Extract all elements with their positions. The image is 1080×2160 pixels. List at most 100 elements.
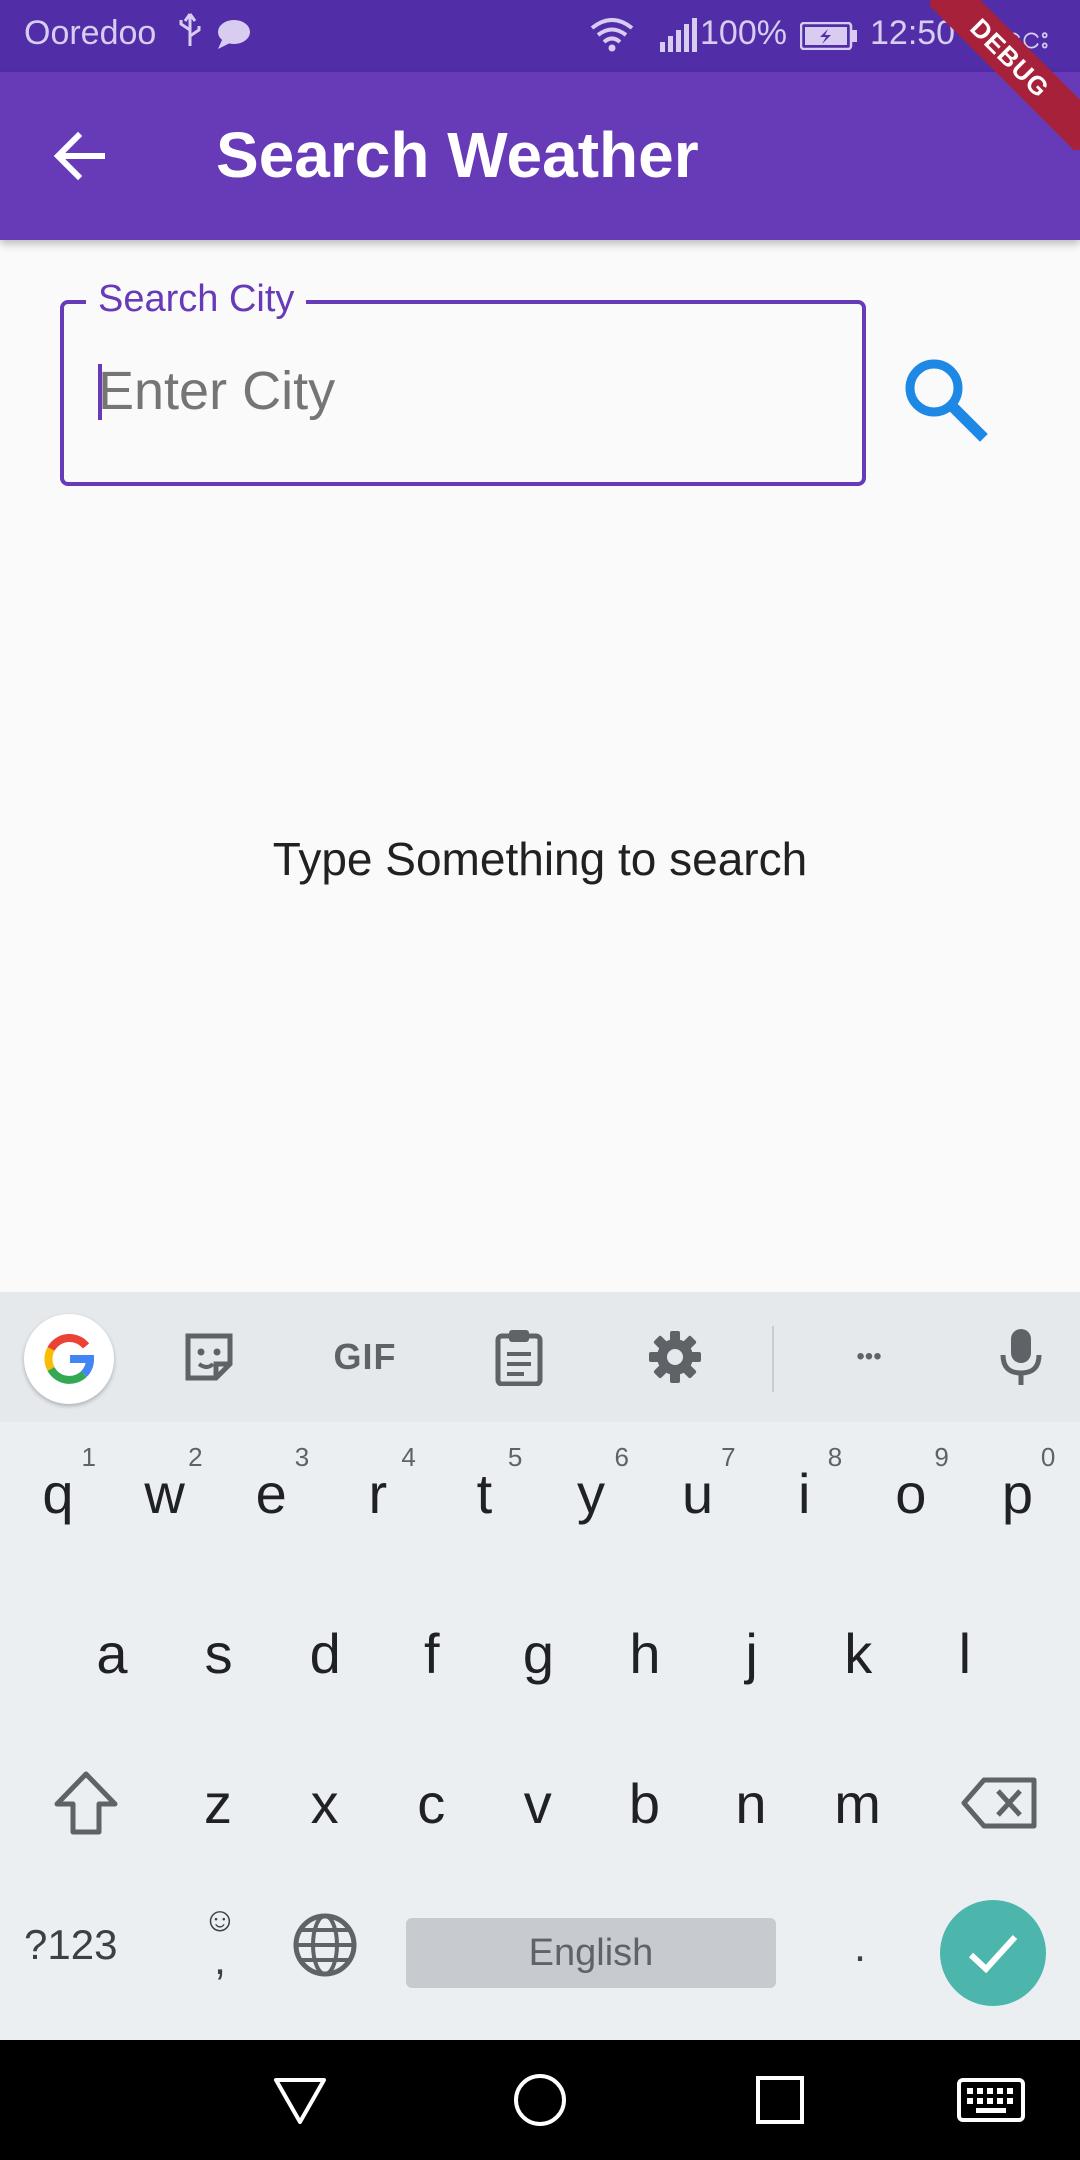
gif-label: GIF — [333, 1336, 397, 1377]
clipboard-button[interactable] — [486, 1324, 552, 1390]
circle-home-icon — [514, 2074, 566, 2126]
key-b[interactable]: b — [594, 1738, 694, 1868]
signal-icon — [658, 18, 698, 61]
emoji-icon: ☺ — [202, 1901, 238, 1939]
square-recents-icon — [756, 2076, 804, 2124]
microphone-icon — [1000, 1329, 1042, 1385]
key-number-hint: 7 — [721, 1442, 736, 1472]
key-o[interactable]: o9 — [861, 1428, 961, 1558]
globe-icon — [293, 1913, 357, 1977]
backspace-key[interactable] — [944, 1738, 1054, 1868]
space-key[interactable]: English — [406, 1918, 776, 1988]
key-h[interactable]: h — [595, 1588, 695, 1718]
key-c[interactable]: c — [381, 1738, 481, 1868]
key-number-hint: 0 — [1040, 1442, 1056, 1472]
key-l[interactable]: l — [915, 1588, 1015, 1718]
search-button[interactable] — [896, 350, 992, 446]
key-label: p — [1001, 1461, 1033, 1525]
sticker-icon — [185, 1333, 233, 1381]
nav-home-button[interactable] — [508, 2068, 572, 2132]
key-x[interactable]: x — [275, 1738, 375, 1868]
settings-button[interactable] — [642, 1324, 708, 1390]
app-bar: Search Weather — [0, 72, 1080, 240]
keyboard-toolbar: GIF ••• — [0, 1292, 1080, 1422]
key-s[interactable]: s — [169, 1588, 269, 1718]
nav-keyboard-button[interactable] — [956, 2068, 1026, 2132]
key-v[interactable]: v — [488, 1738, 588, 1868]
clipboard-icon — [495, 1330, 543, 1386]
shift-icon — [54, 1771, 118, 1835]
key-label: o — [895, 1461, 927, 1525]
key-f[interactable]: f — [382, 1588, 482, 1718]
key-label: t — [476, 1461, 493, 1525]
message-icon — [216, 18, 252, 59]
toolbar-divider — [772, 1326, 774, 1392]
page-title: Search Weather — [216, 119, 699, 191]
triangle-back-icon — [274, 2078, 326, 2124]
key-w[interactable]: w2 — [115, 1428, 215, 1558]
wifi-icon — [590, 18, 634, 61]
key-p[interactable]: p0 — [967, 1428, 1067, 1558]
key-number-hint: 3 — [294, 1442, 310, 1472]
keyboard-icon — [957, 2078, 1025, 2122]
more-icon: ••• — [856, 1343, 882, 1370]
more-button[interactable]: ••• — [836, 1324, 902, 1390]
key-g[interactable]: g — [488, 1588, 588, 1718]
voice-input-button[interactable] — [988, 1324, 1054, 1390]
key-label: i — [797, 1461, 811, 1525]
soft-keyboard: GIF ••• q1w2e3r4t5y6u7i8o9p0 asdfghjkl z… — [0, 1292, 1080, 2040]
checkmark-icon — [968, 1934, 1018, 1974]
shift-key[interactable] — [36, 1738, 136, 1868]
key-number-hint: 6 — [614, 1442, 629, 1472]
key-number-hint: 5 — [507, 1442, 523, 1472]
carrier-label: Ooredoo — [24, 14, 157, 52]
key-k[interactable]: k — [808, 1588, 908, 1718]
search-city-label: Search City — [86, 278, 307, 321]
key-r[interactable]: r4 — [328, 1428, 428, 1558]
key-number-hint: 4 — [401, 1442, 416, 1472]
battery-percent: 100% — [700, 14, 787, 52]
enter-key[interactable] — [940, 1900, 1046, 2006]
period-key[interactable]: . — [830, 1892, 890, 2002]
comma-label: , — [213, 1935, 227, 1984]
clock: 12:50 — [870, 14, 956, 52]
back-button[interactable] — [48, 124, 112, 188]
key-d[interactable]: d — [275, 1588, 375, 1718]
key-number-hint: 9 — [934, 1442, 949, 1472]
gear-icon — [649, 1331, 701, 1383]
search-city-field[interactable] — [60, 300, 866, 486]
key-n[interactable]: n — [701, 1738, 801, 1868]
key-j[interactable]: j — [702, 1588, 802, 1718]
sticker-button[interactable] — [176, 1324, 242, 1390]
key-label: q — [42, 1461, 74, 1525]
key-i[interactable]: i8 — [754, 1428, 854, 1558]
key-z[interactable]: z — [168, 1738, 268, 1868]
key-number-hint: 2 — [188, 1442, 203, 1472]
nav-recents-button[interactable] — [748, 2068, 812, 2132]
key-q[interactable]: q1 — [8, 1428, 108, 1558]
google-button[interactable] — [24, 1314, 114, 1404]
key-label: r — [368, 1461, 388, 1525]
key-y[interactable]: y6 — [541, 1428, 641, 1558]
symbols-key[interactable]: ?123 — [24, 1890, 144, 2000]
key-m[interactable]: m — [808, 1738, 908, 1868]
city-input[interactable] — [98, 356, 818, 426]
key-u[interactable]: u7 — [648, 1428, 748, 1558]
key-a[interactable]: a — [62, 1588, 162, 1718]
key-number-hint: 1 — [81, 1442, 96, 1472]
empty-state-message: Type Something to search — [272, 833, 808, 885]
emoji-comma-key[interactable]: ☺ , — [190, 1890, 250, 2000]
google-logo-icon — [44, 1333, 94, 1384]
backspace-icon — [961, 1777, 1037, 1829]
gif-button[interactable]: GIF — [320, 1324, 410, 1390]
arrow-back-icon — [53, 131, 105, 181]
text-cursor — [98, 364, 102, 420]
key-e[interactable]: e3 — [221, 1428, 321, 1558]
key-label: u — [682, 1461, 714, 1525]
nav-back-button[interactable] — [268, 2068, 332, 2132]
status-bar: Ooredoo 100% 12:50 ာငေး — [0, 0, 1080, 72]
system-nav-bar — [0, 2040, 1080, 2160]
status-extra-text: ာငေး — [968, 18, 1050, 56]
key-t[interactable]: t5 — [434, 1428, 534, 1558]
language-key[interactable] — [290, 1900, 360, 1990]
